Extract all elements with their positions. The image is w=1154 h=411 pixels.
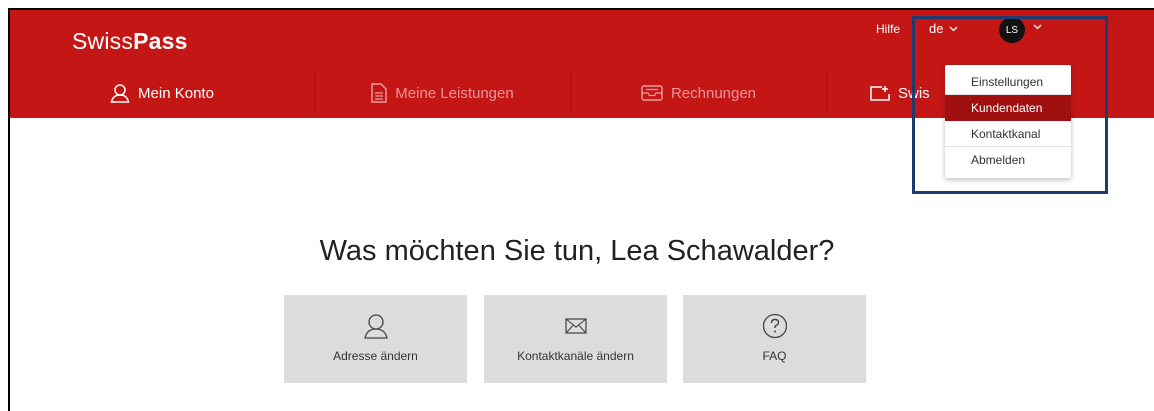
card-faq[interactable]: FAQ — [683, 295, 866, 383]
logo-text-bold: Pass — [133, 28, 188, 54]
chevron-down-icon — [950, 26, 958, 31]
inbox-icon — [641, 85, 663, 101]
avatar-initials: LS — [1005, 24, 1019, 36]
envelope-icon — [564, 318, 587, 334]
avatar[interactable]: LS — [999, 17, 1025, 43]
user-icon — [363, 314, 388, 339]
menu-item-abmelden[interactable]: Abmelden — [945, 147, 1071, 173]
page-greeting: Was möchten Sie tun, Lea Schawalder? — [319, 235, 835, 268]
menu-item-kontaktkanal[interactable]: Kontaktkanal — [945, 121, 1071, 147]
logo-text-light: Swiss — [72, 28, 134, 54]
nav-item-mein-konto[interactable]: Mein Konto — [10, 68, 314, 118]
document-icon — [371, 83, 387, 103]
language-selector[interactable]: de — [929, 21, 958, 36]
nav-divider — [826, 68, 827, 118]
user-menu-dropdown: Einstellungen Kundendaten Kontaktkanal A… — [945, 65, 1071, 178]
menu-item-kundendaten[interactable]: Kundendaten — [945, 95, 1071, 121]
card-kontaktkanaele-aendern[interactable]: Kontaktkanäle ändern — [484, 295, 667, 383]
card-adresse-aendern[interactable]: Adresse ändern — [284, 295, 467, 383]
card-label: FAQ — [762, 349, 787, 363]
nav-item-meine-leistungen[interactable]: Meine Leistungen — [315, 68, 570, 118]
language-value: de — [929, 21, 944, 36]
nav-label: Meine Leistungen — [395, 84, 514, 102]
user-icon — [110, 84, 130, 103]
nav-label: Mein Konto — [138, 84, 214, 102]
nav-label: Swis — [898, 84, 930, 102]
nav-label: Rechnungen — [670, 84, 757, 102]
swisspass-logo[interactable]: SwissPass — [72, 28, 188, 55]
help-link[interactable]: Hilfe — [876, 22, 900, 36]
question-icon — [762, 313, 787, 339]
chevron-down-icon[interactable] — [1033, 24, 1042, 30]
card-label: Kontaktkanäle ändern — [517, 349, 634, 363]
menu-item-einstellungen[interactable]: Einstellungen — [945, 69, 1071, 95]
add-card-icon — [870, 86, 890, 101]
card-label: Adresse ändern — [333, 349, 418, 363]
nav-item-rechnungen[interactable]: Rechnungen — [571, 68, 826, 118]
